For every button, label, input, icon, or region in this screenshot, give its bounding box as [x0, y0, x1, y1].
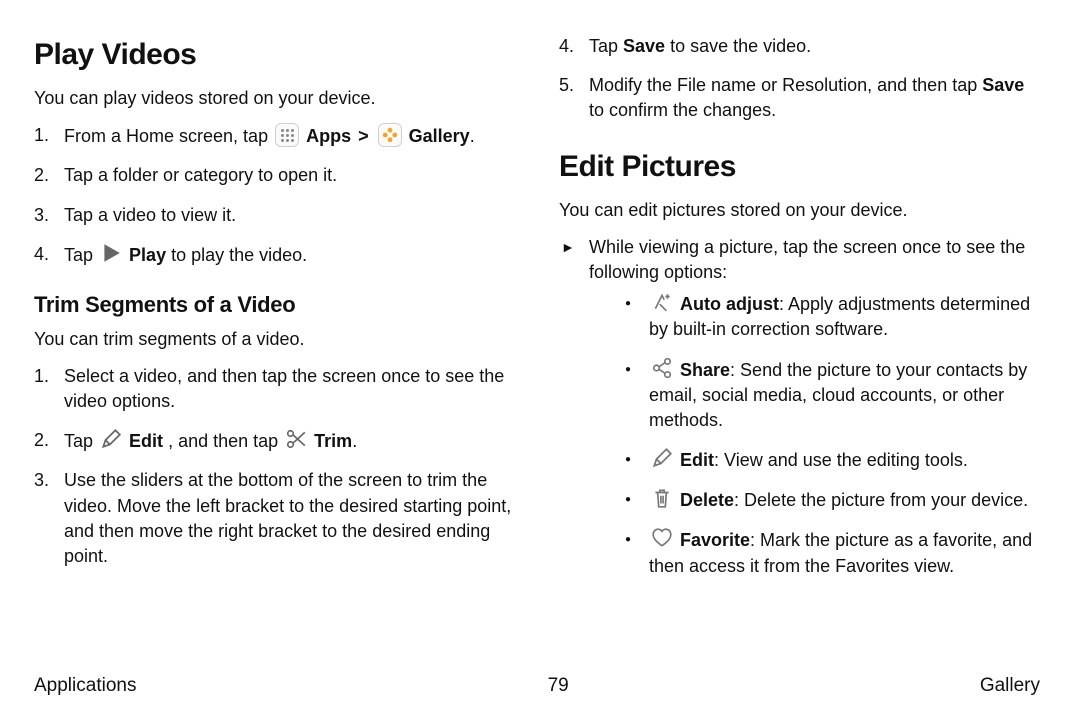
- step-2: Tap a folder or category to open it.: [34, 163, 515, 188]
- auto-adjust-label: Auto adjust: [680, 294, 779, 314]
- trim-steps-cont: Tap Save to save the video. Modify the F…: [559, 34, 1040, 124]
- trim-step-1: Select a video, and then tap the screen …: [34, 364, 515, 414]
- page-footer: Applications 79 Gallery: [34, 673, 1040, 700]
- trash-icon: [651, 487, 673, 509]
- step-text: , and then tap: [168, 431, 283, 451]
- step-1: From a Home screen, tap Apps > Gallery.: [34, 123, 515, 149]
- step-text: Tap: [589, 36, 623, 56]
- heading-trim-segments: Trim Segments of a Video: [34, 290, 515, 321]
- heading-play-videos: Play Videos: [34, 34, 515, 76]
- apps-label: Apps: [306, 126, 351, 146]
- trim-step-2: Tap Edit , and then tap Trim.: [34, 428, 515, 454]
- step-text: Tap: [64, 431, 98, 451]
- trim-steps: Select a video, and then tap the screen …: [34, 364, 515, 569]
- delete-label: Delete: [680, 490, 734, 510]
- trim-step-3: Use the sliders at the bottom of the scr…: [34, 468, 515, 569]
- scissors-icon: [285, 428, 307, 450]
- play-videos-steps: From a Home screen, tap Apps > Gallery. …: [34, 123, 515, 268]
- step-text: Tap: [64, 245, 98, 265]
- edit-icon: [651, 447, 673, 469]
- step-4: Tap Play to play the video.: [34, 242, 515, 268]
- heart-icon: [651, 527, 673, 549]
- edit-label: Edit: [680, 450, 714, 470]
- auto-adjust-icon: [651, 291, 673, 313]
- opt-text: : Delete the picture from your device.: [734, 490, 1028, 510]
- intro-edit-pictures: You can edit pictures stored on your dev…: [559, 198, 1040, 223]
- page-number: 79: [548, 673, 569, 700]
- step-text: to confirm the changes.: [589, 100, 776, 120]
- left-column: Play Videos You can play videos stored o…: [34, 34, 515, 593]
- favorite-label: Favorite: [680, 530, 750, 550]
- apps-icon: [275, 123, 299, 147]
- opt-auto-adjust: Auto adjust: Apply adjustments determine…: [619, 291, 1040, 342]
- gallery-label: Gallery: [409, 126, 470, 146]
- save-label: Save: [623, 36, 665, 56]
- trim-step-5: Modify the File name or Resolution, and …: [559, 73, 1040, 123]
- edit-icon: [100, 428, 122, 450]
- trim-label: Trim: [314, 431, 352, 451]
- content-columns: Play Videos You can play videos stored o…: [34, 34, 1040, 593]
- arrow-text: While viewing a picture, tap the screen …: [589, 237, 1025, 282]
- edit-label: Edit: [129, 431, 163, 451]
- opt-favorite: Favorite: Mark the picture as a favorite…: [619, 527, 1040, 578]
- chevron-right-icon: >: [356, 126, 371, 146]
- edit-options: Auto adjust: Apply adjustments determine…: [619, 291, 1040, 579]
- save-label: Save: [982, 75, 1024, 95]
- opt-edit: Edit: View and use the editing tools.: [619, 447, 1040, 473]
- footer-right: Gallery: [980, 673, 1040, 700]
- play-label: Play: [129, 245, 166, 265]
- right-column: Tap Save to save the video. Modify the F…: [559, 34, 1040, 593]
- play-icon: [100, 242, 122, 264]
- trim-step-4: Tap Save to save the video.: [559, 34, 1040, 59]
- step-text: to play the video.: [171, 245, 307, 265]
- heading-edit-pictures: Edit Pictures: [559, 146, 1040, 188]
- opt-text: : View and use the editing tools.: [714, 450, 968, 470]
- while-viewing: While viewing a picture, tap the screen …: [559, 235, 1040, 579]
- share-icon: [651, 357, 673, 379]
- opt-share: Share: Send the picture to your contacts…: [619, 357, 1040, 434]
- step-text: to save the video.: [665, 36, 811, 56]
- opt-delete: Delete: Delete the picture from your dev…: [619, 487, 1040, 513]
- footer-left: Applications: [34, 673, 136, 700]
- intro-trim: You can trim segments of a video.: [34, 327, 515, 352]
- share-label: Share: [680, 360, 730, 380]
- intro-play-videos: You can play videos stored on your devic…: [34, 86, 515, 111]
- gallery-icon: [378, 123, 402, 147]
- step-text: Modify the File name or Resolution, and …: [589, 75, 982, 95]
- step-text: From a Home screen, tap: [64, 126, 273, 146]
- step-3: Tap a video to view it.: [34, 203, 515, 228]
